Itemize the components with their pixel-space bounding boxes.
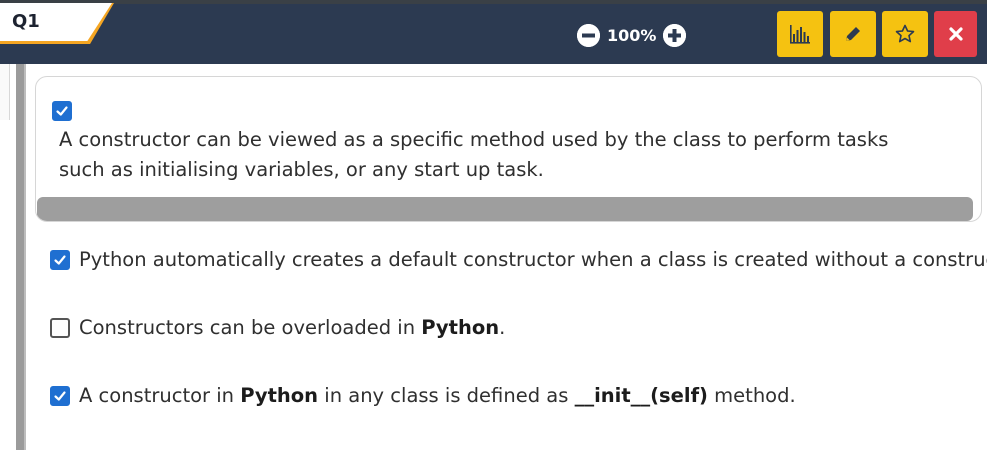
option-1-checkbox[interactable] — [52, 101, 72, 121]
bar-chart-icon — [790, 25, 810, 44]
question-tab[interactable]: Q1 — [0, 3, 112, 41]
close-button[interactable] — [934, 11, 977, 57]
top-bar-stripe — [0, 0, 987, 4]
star-outline-icon — [895, 24, 915, 43]
option-2-text: Python automatically creates a default c… — [79, 248, 987, 271]
option-3-checkbox[interactable] — [50, 317, 70, 338]
option-row-2[interactable]: Python automatically creates a default c… — [50, 248, 987, 271]
zoom-out-button[interactable] — [577, 23, 600, 47]
option-4-checkbox[interactable] — [50, 385, 70, 406]
option-4-text-mid: in any class is defined as — [318, 384, 575, 407]
option-3-text-after: . — [499, 316, 506, 339]
edit-button[interactable] — [830, 11, 876, 57]
option-card-1[interactable]: A constructor can be viewed as a specifi… — [35, 76, 982, 222]
pencil-icon — [846, 27, 860, 41]
zoom-level: 100% — [607, 25, 657, 45]
minus-circle-icon — [577, 23, 600, 47]
option-4-text-before: A constructor in — [79, 384, 241, 407]
vertical-scrollbar[interactable] — [16, 64, 26, 450]
zoom-control: 100% — [577, 23, 687, 47]
option-4-text-after: method. — [707, 384, 796, 407]
card-horizontal-scrollbar[interactable] — [37, 197, 973, 221]
side-panel-edge — [0, 64, 10, 120]
zoom-in-button[interactable] — [663, 23, 687, 47]
option-4-bold: Python — [240, 384, 319, 407]
option-3-text: Constructors can be overloaded in Python… — [79, 316, 505, 339]
option-1-checkbox-wrap — [52, 101, 72, 122]
option-3-bold: Python — [421, 316, 500, 339]
statistics-button[interactable] — [777, 11, 823, 57]
checkmark-icon — [56, 106, 68, 116]
checkmark-icon — [54, 390, 66, 401]
top-bar: Q1 100% — [0, 0, 987, 64]
bookmark-button[interactable] — [882, 11, 928, 57]
option-1-text: A constructor can be viewed as a specifi… — [59, 128, 889, 181]
checkmark-icon — [54, 254, 66, 265]
option-4-text: A constructor in Python in any class is … — [79, 384, 796, 407]
option-2-checkbox[interactable] — [50, 249, 70, 270]
option-3-text-before: Constructors can be overloaded in — [79, 316, 422, 339]
option-row-3[interactable]: Constructors can be overloaded in Python… — [50, 316, 505, 339]
option-row-4[interactable]: A constructor in Python in any class is … — [50, 384, 796, 407]
close-icon — [948, 27, 963, 41]
option-4-code: __init__(self) — [574, 384, 708, 407]
plus-circle-icon — [663, 23, 687, 47]
